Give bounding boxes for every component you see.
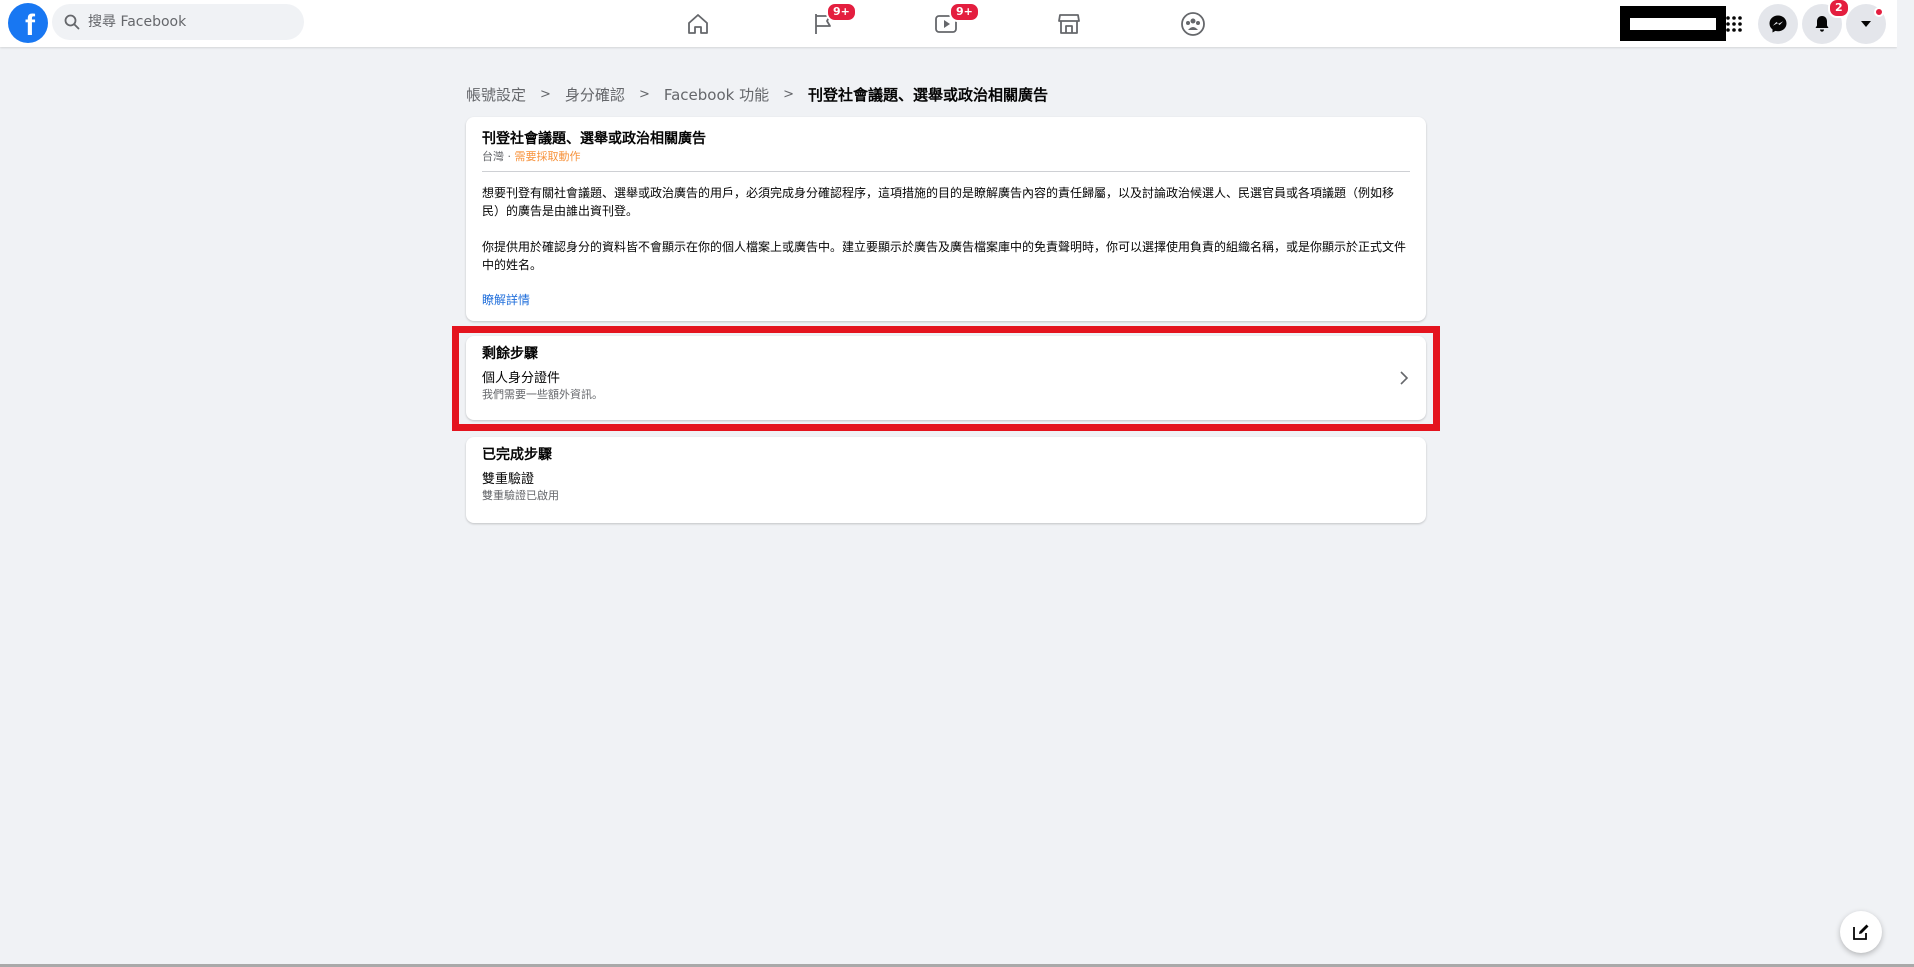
info-card-subtitle: 台灣 · 需要採取動作	[482, 149, 1410, 165]
grid-menu-icon	[1726, 16, 1742, 32]
chevron-right-icon	[1400, 371, 1409, 385]
info-paragraph-2: 你提供用於確認身分的資料皆不會顯示在你的個人檔案上或廣告中。建立要顯示於廣告及廣…	[482, 240, 1407, 272]
divider	[482, 171, 1410, 172]
watch-badge: 9+	[949, 2, 980, 22]
info-card-title: 刊登社會議題、選舉或政治相關廣告	[482, 131, 706, 147]
search-box[interactable]	[52, 4, 304, 40]
breadcrumb-identity-confirmation[interactable]: 身分確認	[565, 84, 625, 105]
completed-steps-heading: 已完成步驟	[482, 447, 552, 463]
notifications-badge: 2	[1828, 0, 1850, 18]
facebook-logo-icon: f	[25, 9, 35, 42]
redacted-profile-name	[1620, 6, 1726, 41]
marketplace-icon	[1058, 13, 1080, 34]
pages-badge: 9+	[826, 2, 857, 22]
chevron-right-icon: >	[638, 87, 650, 102]
caret-down-icon	[1861, 21, 1871, 27]
account-alert-dot	[1874, 7, 1884, 17]
personal-id-step-desc: 我們需要一些額外資訊。	[482, 388, 603, 401]
search-input[interactable]	[88, 14, 288, 30]
top-navigation-bar: f 9+ 9+ 2	[0, 0, 1897, 47]
nav-watch[interactable]: 9+	[891, 0, 1001, 47]
groups-icon	[1181, 11, 1205, 36]
action-required-status: 需要採取動作	[514, 150, 581, 163]
info-card: 刊登社會議題、選舉或政治相關廣告 台灣 · 需要採取動作 想要刊登有關社會議題、…	[466, 117, 1426, 321]
breadcrumb-current: 刊登社會議題、選舉或政治相關廣告	[808, 86, 1049, 104]
nav-home[interactable]	[643, 0, 753, 47]
remaining-steps-card[interactable]: 剩餘步驟 個人身分證件 我們需要一些額外資訊。	[466, 336, 1426, 420]
breadcrumb-facebook-features[interactable]: Facebook 功能	[664, 84, 769, 105]
account-button[interactable]	[1846, 4, 1886, 44]
chevron-right-icon: >	[783, 87, 794, 102]
home-icon	[688, 13, 708, 34]
learn-more-link[interactable]: 瞭解詳情	[482, 292, 1410, 308]
region-label: 台灣 ·	[482, 150, 515, 163]
messenger-icon	[1769, 15, 1787, 33]
menu-button[interactable]	[1714, 4, 1754, 44]
compose-icon	[1853, 924, 1869, 940]
remaining-steps-heading: 剩餘步驟	[482, 346, 538, 362]
new-message-button[interactable]	[1840, 911, 1882, 953]
personal-id-step-title: 個人身分證件	[482, 371, 561, 386]
scrollbar-track[interactable]	[1897, 0, 1914, 967]
chevron-right-icon: >	[540, 87, 551, 102]
breadcrumb-account-settings[interactable]: 帳號設定	[466, 84, 526, 105]
completed-steps-card: 已完成步驟 雙重驗證 雙重驗證已啟用	[466, 437, 1426, 523]
info-paragraph-1: 想要刊登有關社會議題、選舉或政治廣告的用戶，必須完成身分確認程序，這項措施的目的…	[482, 186, 1395, 218]
two-factor-step-desc: 雙重驗證已啟用	[482, 489, 559, 502]
bell-icon	[1815, 16, 1829, 32]
nav-pages[interactable]: 9+	[768, 0, 878, 47]
breadcrumb: 帳號設定 > 身分確認 > Facebook 功能 > 刊登社會議題、選舉或政治…	[466, 84, 1048, 105]
search-icon	[64, 14, 80, 30]
two-factor-step-title: 雙重驗證	[482, 472, 535, 487]
facebook-logo[interactable]: f	[8, 3, 48, 43]
notifications-button[interactable]: 2	[1802, 0, 1850, 44]
messenger-button[interactable]	[1758, 4, 1798, 44]
nav-marketplace[interactable]	[1014, 0, 1124, 47]
nav-groups[interactable]	[1138, 0, 1248, 47]
